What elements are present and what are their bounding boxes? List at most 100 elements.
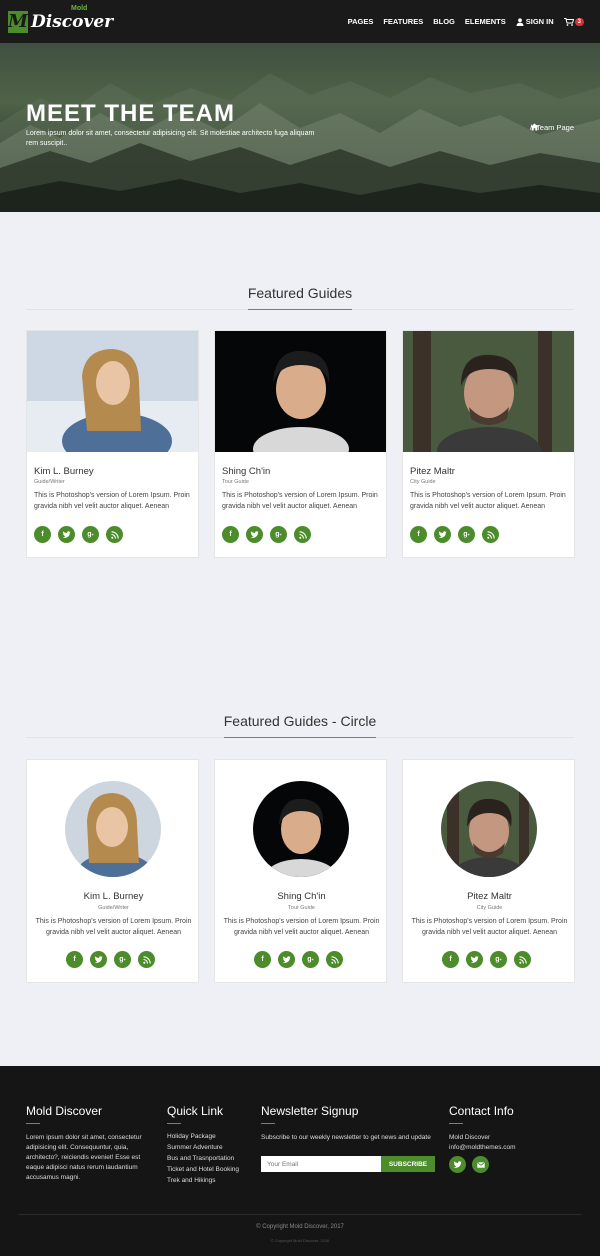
- user-icon: [516, 17, 524, 26]
- copyright-small-text: © Copyright Mold Discover, 2016: [0, 1238, 600, 1243]
- footer-link-summer-adventure[interactable]: Summer Adventure: [167, 1144, 223, 1151]
- twitter-icon[interactable]: [246, 526, 263, 543]
- facebook-icon[interactable]: f: [442, 951, 459, 968]
- google-plus-icon[interactable]: g +: [490, 951, 507, 968]
- footer-link-ticket-hotel[interactable]: Ticket and Hotel Booking: [167, 1166, 239, 1173]
- facebook-icon[interactable]: f: [34, 526, 51, 543]
- twitter-icon[interactable]: [449, 1156, 466, 1173]
- top-navbar: M Mold Discover PAGES FEATURES BLOG ELEM…: [0, 0, 600, 43]
- footer-contact-email[interactable]: info@moldthemes.com: [449, 1143, 516, 1153]
- twitter-icon[interactable]: [58, 526, 75, 543]
- facebook-icon[interactable]: f: [222, 526, 239, 543]
- guide-card: Kim L. Burney Guide/Writer This is Photo…: [26, 330, 199, 558]
- breadcrumb-current: Team Page: [536, 123, 574, 132]
- newsletter-email-input[interactable]: [261, 1156, 381, 1172]
- rss-icon[interactable]: [514, 951, 531, 968]
- guide-card: Shing Ch'in Tour Guide This is Photoshop…: [214, 330, 387, 558]
- page-hero: MEET THE TEAM Lorem ipsum dolor sit amet…: [0, 43, 600, 212]
- home-icon[interactable]: [530, 123, 539, 131]
- twitter-icon[interactable]: [278, 951, 295, 968]
- facebook-icon[interactable]: f: [66, 951, 83, 968]
- breadcrumb: / Team Page: [530, 123, 574, 132]
- footer-accent-line: [261, 1123, 275, 1124]
- mail-icon[interactable]: [472, 1156, 489, 1173]
- twitter-icon[interactable]: [90, 951, 107, 968]
- circle-guides-title: Featured Guides - Circle: [223, 713, 377, 729]
- guide-card: Pitez Maltr City Guide This is Photoshop…: [402, 330, 575, 558]
- guide-circle-photo: [441, 781, 537, 877]
- copyright-label: Copyright Mold Discover, 2017: [262, 1224, 344, 1230]
- footer-link-holiday-package[interactable]: Holiday Package: [167, 1133, 216, 1140]
- guide-role: Tour Guide: [288, 905, 315, 911]
- cart-count-badge: 3: [574, 17, 584, 26]
- main-menu: PAGES FEATURES BLOG ELEMENTS SIGN IN 3: [348, 17, 592, 26]
- copyright-text: © Copyright Mold Discover, 2017: [0, 1224, 600, 1230]
- guide-circle-photo: [65, 781, 161, 877]
- guide-photo: [27, 331, 198, 452]
- guide-role: Guide/Writer: [34, 479, 65, 485]
- footer-contact-name: Mold Discover: [449, 1134, 491, 1141]
- guide-name: Pitez Maltr: [467, 891, 512, 902]
- guide-description: This is Photoshop's version of Lorem Ips…: [411, 918, 568, 936]
- footer-divider: [18, 1214, 582, 1215]
- footer-accent-line: [449, 1123, 463, 1124]
- guide-description: This is Photoshop's version of Lorem Ips…: [35, 918, 192, 936]
- footer-accent-line: [26, 1123, 40, 1124]
- copyright-small-symbol: ©: [270, 1238, 274, 1243]
- guide-photo: [215, 331, 386, 452]
- menu-item-blog[interactable]: BLOG: [433, 17, 455, 26]
- footer-newsletter-title: Newsletter Signup: [261, 1104, 359, 1118]
- guide-role: Guide/Writer: [98, 905, 129, 911]
- footer-about-text: Lorem ipsum dolor sit amet, consectetur …: [26, 1134, 142, 1181]
- page-subtitle: Lorem ipsum dolor sit amet, consectetur …: [26, 130, 315, 147]
- facebook-icon[interactable]: f: [254, 951, 271, 968]
- google-plus-icon[interactable]: g +: [82, 526, 99, 543]
- guide-name: Shing Ch'in: [222, 466, 271, 477]
- twitter-icon[interactable]: [466, 951, 483, 968]
- twitter-icon[interactable]: [434, 526, 451, 543]
- guide-role: Tour Guide: [222, 479, 249, 485]
- rss-icon[interactable]: [326, 951, 343, 968]
- facebook-icon[interactable]: f: [410, 526, 427, 543]
- menu-item-elements[interactable]: ELEMENTS: [465, 17, 506, 26]
- guide-name: Shing Ch'in: [277, 891, 326, 902]
- cart-button[interactable]: 3: [563, 17, 584, 26]
- google-plus-icon[interactable]: g +: [302, 951, 319, 968]
- guide-circle-card: Shing Ch'in Tour Guide This is Photoshop…: [214, 759, 387, 983]
- subscribe-button[interactable]: SUBSCRIBE: [381, 1156, 435, 1172]
- guide-circle-photo: [253, 781, 349, 877]
- site-logo[interactable]: M Mold Discover: [8, 5, 114, 33]
- guide-circle-card: Pitez Maltr City Guide This is Photoshop…: [402, 759, 575, 983]
- guide-role: City Guide: [410, 479, 436, 485]
- section-accent-line: [248, 309, 352, 310]
- guide-name: Pitez Maltr: [410, 466, 455, 477]
- google-plus-icon[interactable]: g +: [458, 526, 475, 543]
- footer-link-bus-transportation[interactable]: Bus and Trasnportation: [167, 1155, 234, 1162]
- section-accent-line: [224, 737, 376, 738]
- google-plus-icon[interactable]: g +: [114, 951, 131, 968]
- logo-badge: M: [8, 10, 28, 33]
- rss-icon[interactable]: [482, 526, 499, 543]
- featured-guides-title: Featured Guides: [247, 285, 353, 301]
- menu-item-pages[interactable]: PAGES: [348, 17, 374, 26]
- guide-description: This is Photoshop's version of Lorem Ips…: [410, 492, 566, 510]
- guide-social-links: f g +: [442, 951, 531, 968]
- guide-social-links: f g +: [34, 526, 123, 543]
- footer-link-trek-hiking[interactable]: Trek and Hikings: [167, 1177, 216, 1184]
- sign-in-link[interactable]: SIGN IN: [516, 17, 554, 26]
- logo-text: Discover: [31, 11, 114, 32]
- menu-item-features[interactable]: FEATURES: [383, 17, 423, 26]
- rss-icon[interactable]: [138, 951, 155, 968]
- guide-social-links: f g +: [254, 951, 343, 968]
- guide-name: Kim L. Burney: [83, 891, 144, 902]
- logo-text-group: Mold Discover: [31, 5, 114, 32]
- copyright-small-label: Copyright Mold Discover, 2016: [274, 1238, 330, 1243]
- guide-description: This is Photoshop's version of Lorem Ips…: [223, 918, 380, 936]
- footer-newsletter-text: Subscribe to our weekly newsletter to ge…: [261, 1134, 431, 1141]
- guide-description: This is Photoshop's version of Lorem Ips…: [34, 492, 190, 510]
- rss-icon[interactable]: [294, 526, 311, 543]
- google-plus-icon[interactable]: g +: [270, 526, 287, 543]
- logo-small-text: Mold: [71, 4, 88, 12]
- footer-social-links: [449, 1156, 489, 1173]
- rss-icon[interactable]: [106, 526, 123, 543]
